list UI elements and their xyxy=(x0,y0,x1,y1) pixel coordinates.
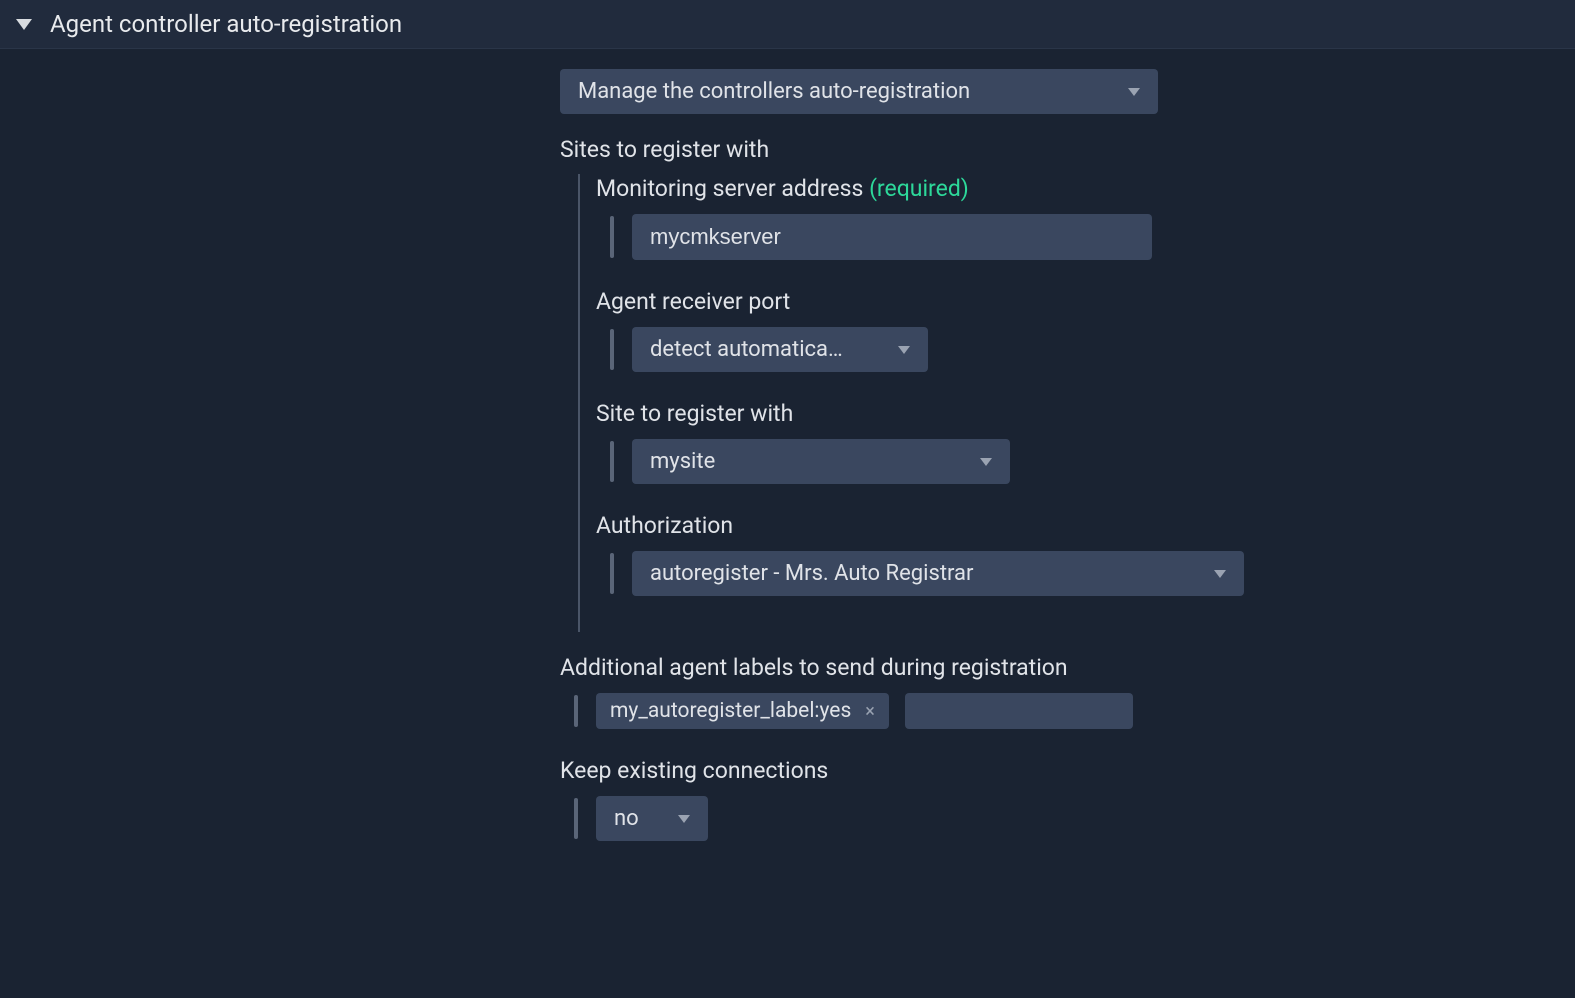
authorization-label: Authorization xyxy=(596,512,1575,539)
required-tag: (required) xyxy=(869,175,969,202)
server-address-input[interactable] xyxy=(632,214,1152,260)
manage-controllers-select[interactable]: Manage the controllers auto-registration xyxy=(560,69,1158,114)
site-register-label: Site to register with xyxy=(596,400,1575,427)
additional-labels-body: my_autoregister_label:yes × xyxy=(560,693,1575,729)
server-address-body xyxy=(596,214,1575,260)
section-title: Agent controller auto-registration xyxy=(50,10,402,38)
close-icon[interactable]: × xyxy=(865,701,875,722)
chevron-down-icon xyxy=(1128,88,1140,96)
keep-connections-label: Keep existing connections xyxy=(560,757,1575,784)
content-area: Manage the controllers auto-registration… xyxy=(0,49,1575,841)
chevron-down-icon xyxy=(980,458,992,466)
additional-labels-label: Additional agent labels to send during r… xyxy=(560,654,1575,681)
label-chip[interactable]: my_autoregister_label:yes × xyxy=(596,693,889,729)
receiver-port-select[interactable]: detect automatica… xyxy=(632,327,928,372)
keep-connections-body: no xyxy=(560,796,1575,841)
keep-connections-select[interactable]: no xyxy=(596,796,708,841)
manage-controllers-value: Manage the controllers auto-registration xyxy=(578,79,970,104)
receiver-port-value: detect automatica… xyxy=(650,337,843,362)
site-register-select[interactable]: mysite xyxy=(632,439,1010,484)
section-header: Agent controller auto-registration xyxy=(0,0,1575,49)
receiver-port-body: detect automatica… xyxy=(596,327,1575,372)
site-register-value: mysite xyxy=(650,449,715,474)
authorization-value: autoregister - Mrs. Auto Registrar xyxy=(650,561,973,586)
authorization-body: autoregister - Mrs. Auto Registrar xyxy=(596,551,1575,596)
chevron-down-icon xyxy=(1214,570,1226,578)
chevron-down-icon xyxy=(898,346,910,354)
receiver-port-label: Agent receiver port xyxy=(596,288,1575,315)
keep-connections-value: no xyxy=(614,806,639,831)
label-input-empty[interactable] xyxy=(905,693,1133,729)
label-chip-text: my_autoregister_label:yes xyxy=(610,699,851,723)
sites-register-section: Sites to register with Monitoring server… xyxy=(560,136,1575,632)
sites-register-label: Sites to register with xyxy=(560,136,1575,163)
chevron-down-icon xyxy=(678,815,690,823)
server-address-label: Monitoring server address (required) xyxy=(596,175,1575,202)
site-register-body: mysite xyxy=(596,439,1575,484)
collapse-toggle-icon[interactable] xyxy=(16,19,32,30)
authorization-select[interactable]: autoregister - Mrs. Auto Registrar xyxy=(632,551,1244,596)
